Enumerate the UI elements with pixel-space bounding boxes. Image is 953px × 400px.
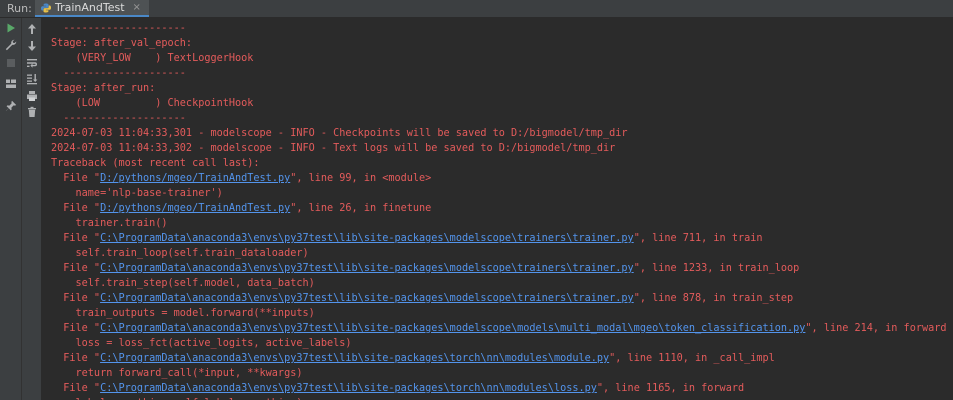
- stop-icon[interactable]: [3, 55, 19, 71]
- console-line: File "C:\ProgramData\anaconda3\envs\py37…: [51, 321, 947, 336]
- console-text: 2024-07-03 11:04:33,302 - modelscope - I…: [51, 143, 616, 154]
- console-text: ", line 711, in train: [633, 233, 763, 244]
- console-line: Stage: after_val_epoch:: [51, 36, 192, 51]
- console-line: return forward_call(*input, **kwargs): [51, 366, 303, 381]
- console-text: train_outputs = model.forward(**inputs): [51, 308, 315, 319]
- print-icon[interactable]: [24, 88, 40, 104]
- console-text: File ": [51, 293, 101, 304]
- console-text: ", line 1110, in _call_impl: [609, 353, 775, 364]
- console-line: 2024-07-03 11:04:33,301 - modelscope - I…: [51, 126, 628, 141]
- tab-trainandtest[interactable]: TrainAndTest ×: [35, 0, 149, 17]
- file-path-link[interactable]: C:\ProgramData\anaconda3\envs\py37test\l…: [100, 353, 609, 364]
- console-line: --------------------: [51, 111, 186, 126]
- console-line: loss = loss_fct(active_logits, active_la…: [51, 336, 352, 351]
- console-line: --------------------: [51, 66, 186, 81]
- console-text: trainer.train(): [51, 218, 168, 229]
- wrench-icon[interactable]: [3, 37, 19, 53]
- console-line: self.train_step(self.model, data_batch): [51, 276, 315, 291]
- console-text: File ": [51, 203, 101, 214]
- file-path-link[interactable]: D:/pythons/mgeo/TrainAndTest.py: [100, 173, 290, 184]
- file-path-link[interactable]: C:\ProgramData\anaconda3\envs\py37test\l…: [100, 233, 634, 244]
- python-icon: [41, 3, 51, 13]
- console-line: self.train_loop(self.train_dataloader): [51, 246, 309, 261]
- scroll-to-end-icon[interactable]: [24, 71, 40, 87]
- console-text: name='nlp-base-trainer'): [51, 188, 223, 199]
- soft-wrap-icon[interactable]: [24, 55, 40, 71]
- console-text: (VERY_LOW ) TextLoggerHook: [51, 53, 254, 64]
- trash-icon[interactable]: [24, 104, 40, 120]
- tab-label: TrainAndTest: [55, 1, 125, 14]
- close-icon[interactable]: ×: [133, 2, 141, 13]
- console-line: (VERY_LOW ) TextLoggerHook: [51, 51, 254, 66]
- console-actions-gutter: [22, 18, 42, 400]
- console-line: Stage: after_run:: [51, 81, 155, 96]
- console-text: (LOW ) CheckpointHook: [51, 98, 254, 109]
- layout-icon[interactable]: [3, 76, 19, 92]
- console-text: loss = loss_fct(active_logits, active_la…: [51, 338, 352, 349]
- console-line: trainer.train(): [51, 216, 168, 231]
- pin-icon[interactable]: [3, 98, 19, 114]
- file-path-link[interactable]: C:\ProgramData\anaconda3\envs\py37test\l…: [100, 383, 597, 394]
- run-icon[interactable]: [3, 20, 19, 36]
- console-line: train_outputs = model.forward(**inputs): [51, 306, 315, 321]
- console-text: --------------------: [51, 23, 186, 34]
- run-toolbar: Run: TrainAndTest ×: [0, 0, 953, 18]
- console-line: File "D:/pythons/mgeo/TrainAndTest.py", …: [51, 171, 431, 186]
- console-line: File "C:\ProgramData\anaconda3\envs\py37…: [51, 381, 744, 396]
- console-text: Stage: after_run:: [51, 83, 156, 94]
- console-text: Stage: after_val_epoch:: [51, 38, 193, 49]
- console-text: --------------------: [51, 68, 186, 79]
- file-path-link[interactable]: C:\ProgramData\anaconda3\envs\py37test\l…: [100, 323, 805, 334]
- console-text: File ": [51, 233, 101, 244]
- console-text: ", line 26, in finetune: [290, 203, 432, 214]
- console-text: 2024-07-03 11:04:33,301 - modelscope - I…: [51, 128, 628, 139]
- file-path-link[interactable]: D:/pythons/mgeo/TrainAndTest.py: [100, 203, 290, 214]
- console-text: ", line 99, in <module>: [290, 173, 432, 184]
- console-text: self.train_step(self.model, data_batch): [51, 278, 315, 289]
- console-line: File "C:\ProgramData\anaconda3\envs\py37…: [51, 291, 793, 306]
- console-text: ", line 1233, in train_loop: [633, 263, 800, 274]
- down-arrow-icon[interactable]: [24, 38, 40, 54]
- console-line: label_smoothing=self.label_smoothing): [51, 396, 303, 400]
- console-text: return forward_call(*input, **kwargs): [51, 368, 303, 379]
- console-line: File "C:\ProgramData\anaconda3\envs\py37…: [51, 261, 799, 276]
- file-path-link[interactable]: C:\ProgramData\anaconda3\envs\py37test\l…: [100, 263, 634, 274]
- console-text: File ": [51, 323, 101, 334]
- console-line: --------------------: [51, 21, 186, 36]
- console-text: --------------------: [51, 113, 186, 124]
- console-text: ", line 878, in train_step: [633, 293, 794, 304]
- console-text: File ": [51, 263, 101, 274]
- console-text: ", line 214, in forward: [805, 323, 947, 334]
- console-line: name='nlp-base-trainer'): [51, 186, 223, 201]
- run-label: Run:: [7, 2, 32, 15]
- console-output[interactable]: -------------------- Stage: after_val_epo…: [42, 18, 953, 400]
- up-arrow-icon[interactable]: [24, 21, 40, 37]
- console-text: File ": [51, 173, 101, 184]
- run-actions-gutter: [0, 18, 22, 400]
- console-line: (LOW ) CheckpointHook: [51, 96, 254, 111]
- console-text: File ": [51, 383, 101, 394]
- console-line: Traceback (most recent call last):: [51, 156, 260, 171]
- console-line: File "C:\ProgramData\anaconda3\envs\py37…: [51, 231, 763, 246]
- console-text: ", line 1165, in forward: [596, 383, 745, 394]
- console-line: 2024-07-03 11:04:33,302 - modelscope - I…: [51, 141, 615, 156]
- console-text: Traceback (most recent call last):: [51, 158, 260, 169]
- console-line: File "C:\ProgramData\anaconda3\envs\py37…: [51, 351, 775, 366]
- console-text: self.train_loop(self.train_dataloader): [51, 248, 309, 259]
- console-text: File ": [51, 353, 101, 364]
- console-line: File "D:/pythons/mgeo/TrainAndTest.py", …: [51, 201, 431, 216]
- file-path-link[interactable]: C:\ProgramData\anaconda3\envs\py37test\l…: [100, 293, 634, 304]
